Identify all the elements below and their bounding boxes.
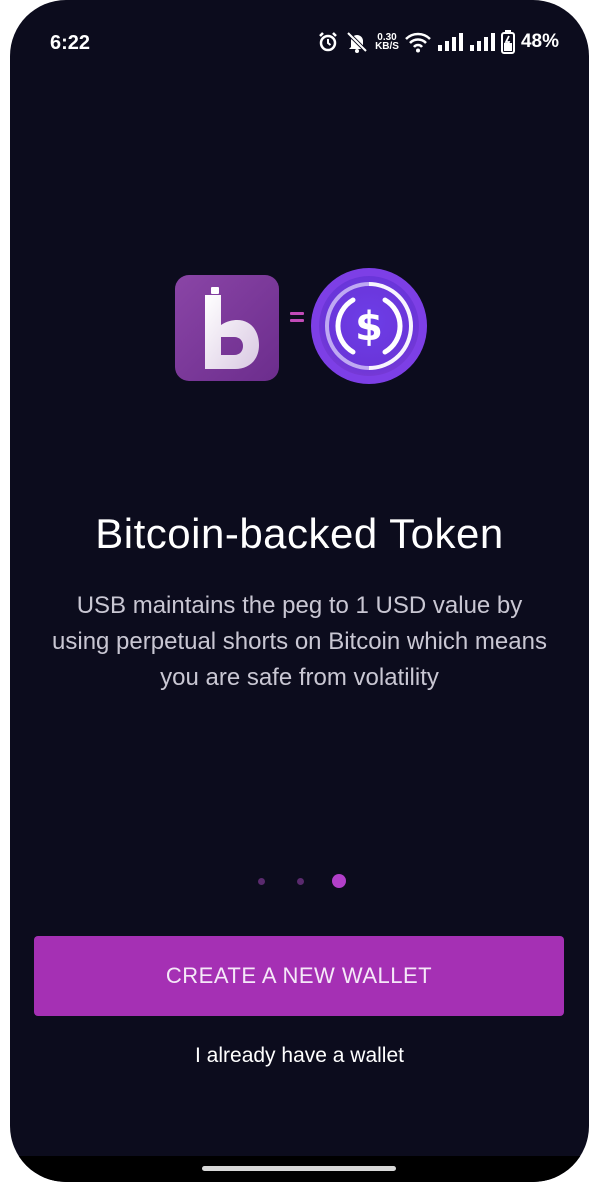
battery-percent: 48% — [520, 31, 559, 52]
pager-dot[interactable] — [297, 878, 304, 885]
phone-screen: 6:22 0.30 KB/S 48% $ Bitcoin-backed Toke… — [10, 0, 589, 1182]
usdc-coin-icon: $ — [309, 266, 429, 386]
signal-icon — [469, 32, 495, 52]
create-wallet-button[interactable]: CREATE A NEW WALLET — [34, 936, 564, 1016]
signal-icon — [437, 32, 463, 52]
status-time: 6:22 — [50, 32, 91, 54]
network-speed: 0.30 KB/S — [375, 33, 399, 52]
battery-charging-icon — [500, 30, 515, 54]
pager-indicator — [250, 870, 360, 890]
b-token-logo-icon — [175, 275, 279, 381]
page-title: Bitcoin-backed Token — [95, 510, 504, 557]
svg-text:$: $ — [355, 304, 383, 350]
equals-sign — [290, 312, 304, 326]
wifi-icon — [405, 31, 431, 53]
hero-logos: $ — [175, 266, 435, 386]
home-indicator[interactable] — [202, 1166, 396, 1171]
navigation-bar — [10, 1156, 589, 1182]
status-icons: 0.30 KB/S 48% — [317, 30, 559, 54]
mute-icon — [345, 31, 369, 53]
page-description: USB maintains the peg to 1 USD value by … — [52, 592, 547, 691]
pager-dot[interactable] — [258, 878, 265, 885]
network-speed-unit: KB/S — [375, 41, 399, 52]
status-bar: 6:22 0.30 KB/S 48% — [10, 0, 589, 90]
existing-wallet-link[interactable]: I already have a wallet — [10, 1044, 589, 1068]
alarm-icon — [317, 31, 339, 53]
pager-dot-active[interactable] — [332, 874, 346, 888]
